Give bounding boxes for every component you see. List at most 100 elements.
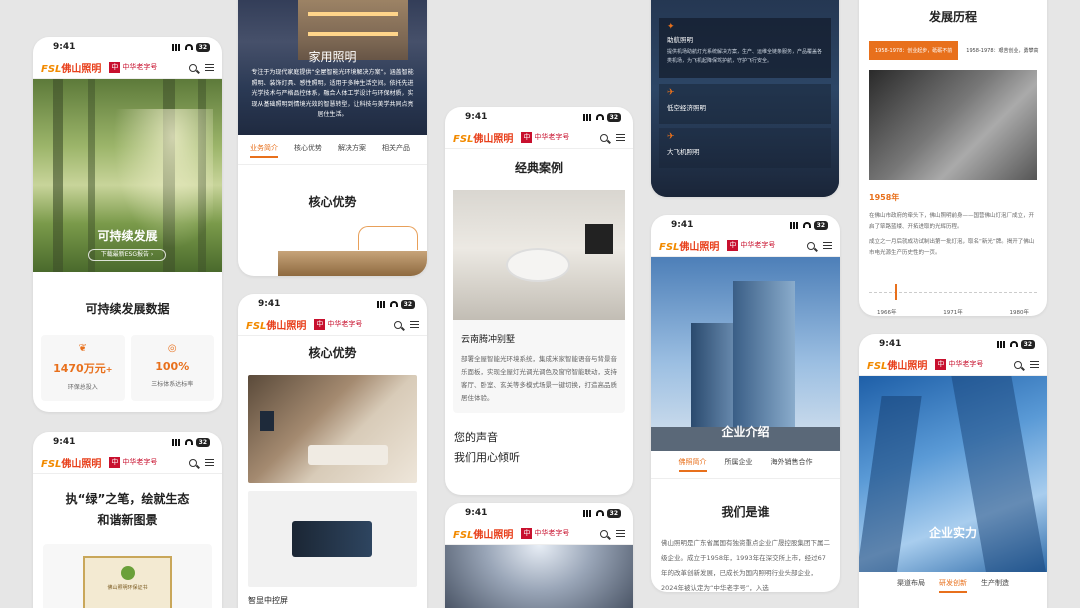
tab-business-intro[interactable]: 业务简介 <box>250 143 278 158</box>
site-header: FSL佛山照明 中中华老字号 <box>445 523 633 545</box>
headquarters-image: 企业介绍 <box>651 257 840 451</box>
wifi-icon <box>595 510 604 516</box>
brand-logo[interactable]: FSL佛山照明 中中华老字号 <box>41 455 157 470</box>
status-time: 9:41 <box>53 42 76 52</box>
signal-icon <box>789 221 800 229</box>
fsl-logo: FSL佛山照明 <box>867 361 928 372</box>
status-bar: 9:41 32 <box>445 107 633 127</box>
menu-icon[interactable] <box>616 134 625 141</box>
phone-strength: 9:41 32 FSL佛山照明 中中华老字号 企业实力 渠道布局 研发创新 生产… <box>859 334 1047 608</box>
menu-icon[interactable] <box>205 64 214 71</box>
phone-airport: 9:41 32 FSL佛山照明 中中华老字号 <box>445 503 633 608</box>
caption: 智显中控屏 <box>248 596 288 605</box>
menu-icon[interactable] <box>410 321 419 328</box>
advantage-visual <box>278 226 427 276</box>
search-icon[interactable] <box>189 458 197 467</box>
search-icon[interactable] <box>189 63 197 72</box>
menu-icon[interactable] <box>616 530 625 537</box>
aircraft-icon: ✈ <box>667 132 675 142</box>
search-icon[interactable] <box>807 241 815 250</box>
time-honored-badge: 中中华老字号 <box>109 457 158 468</box>
hero-title: 家用照明 <box>308 50 357 64</box>
timeline-tab[interactable]: 1958-1978：艰苦创业，勇攀高 <box>966 41 1038 60</box>
brand-logo[interactable]: FSL佛山照明 中中华老字号 <box>246 317 362 332</box>
status-time: 9:41 <box>465 508 488 518</box>
site-header: FSL佛山照明 中中华老字号 <box>33 452 222 474</box>
tab-related-products[interactable]: 相关产品 <box>382 143 410 158</box>
brand-logo[interactable]: FSL佛山照明 中中华老字号 <box>453 130 569 145</box>
brand-logo[interactable]: FSL佛山照明 中中华老字号 <box>453 526 569 541</box>
stat-card: ◎ 100% 三标体系达标率 <box>130 335 214 401</box>
aviation-item-title: 大飞机照明 <box>667 148 700 156</box>
villa-image <box>453 190 625 320</box>
sprout-icon: ❦ <box>78 343 87 354</box>
tab-rnd[interactable]: 研发创新 <box>939 578 967 593</box>
timeline-year[interactable]: 1966年 <box>877 308 897 316</box>
time-honored-badge: 中中华老字号 <box>521 528 570 539</box>
fsl-logo: FSL佛山照明 <box>41 64 102 75</box>
certificate-card: 佛山照明环保证书 <box>43 544 212 608</box>
stat-label: 环保总投入 <box>67 384 98 391</box>
download-esg-button[interactable]: 下载最新ESG报告 › <box>88 249 166 261</box>
status-time: 9:41 <box>879 339 902 349</box>
battery-icon: 32 <box>400 299 415 309</box>
wifi-icon <box>1009 341 1018 347</box>
menu-icon[interactable] <box>205 459 214 466</box>
status-bar: 9:41 32 <box>445 503 633 523</box>
skyscraper-image: 企业实力 <box>859 376 1047 572</box>
search-icon[interactable] <box>394 320 402 329</box>
status-bar: 9:41 32 <box>859 334 1047 354</box>
timeline-tab-active[interactable]: 1958-1978：创业起步，砥砺不前 <box>869 41 959 60</box>
tab-company-profile[interactable]: 佛照简介 <box>678 457 707 472</box>
stat-plus: + <box>105 365 113 374</box>
search-icon[interactable] <box>600 529 608 538</box>
timeline-year[interactable]: 1980年 <box>1010 308 1030 316</box>
fsl-logo: FSL佛山照明 <box>41 459 102 470</box>
stat-value: 100% <box>155 360 190 373</box>
certificate-label: 佛山照明环保证书 <box>107 585 148 591</box>
time-honored-badge: 中中华老字号 <box>109 62 158 73</box>
status-bar: 9:41 32 <box>651 215 840 235</box>
case-card[interactable]: 云南腾冲别墅 部署全屋智能光环境系统，集成米家智能语音与背景音乐面板，实现全屋灯… <box>453 190 625 413</box>
aviation-card[interactable]: ✈ 大飞机照明 <box>659 128 831 168</box>
phone-eco: 9:41 32 FSL佛山照明 中中华老字号 执“绿”之笔，绘就生态 和谐新图景… <box>33 432 222 608</box>
status-bar: 9:41 32 <box>33 37 222 57</box>
battery-icon: 32 <box>813 220 828 230</box>
menu-icon[interactable] <box>1030 361 1039 368</box>
wifi-icon <box>802 222 811 228</box>
aviation-card[interactable]: ✈ 低空经济照明 <box>659 84 831 124</box>
case-title: 云南腾冲别墅 <box>461 335 516 345</box>
tab-manufacturing[interactable]: 生产制造 <box>981 578 1009 593</box>
section-title: 发展历程 <box>928 10 977 24</box>
runway-light-icon: ✦ <box>667 22 675 32</box>
year-label: 1958年 <box>869 193 900 202</box>
tab-affiliates[interactable]: 所属企业 <box>725 457 753 472</box>
search-icon[interactable] <box>600 133 608 142</box>
time-honored-badge: 中中华老字号 <box>727 240 776 251</box>
tab-solutions[interactable]: 解决方案 <box>338 143 366 158</box>
phone-classic-cases: 9:41 32 FSL佛山照明 中中华老字号 经典案例 云南腾冲别墅 部署全屋智… <box>445 107 633 495</box>
section-title: 经典案例 <box>514 161 563 175</box>
section-title: 核心优势 <box>308 195 357 209</box>
section-title: 我们是谁 <box>721 505 770 519</box>
fsl-logo: FSL佛山照明 <box>453 530 514 541</box>
timeline-year[interactable]: 1971年 <box>943 308 963 316</box>
brand-logo[interactable]: FSL佛山照明 中中华老字号 <box>41 60 157 75</box>
tab-channels[interactable]: 渠道布局 <box>897 578 925 593</box>
control-panel-image <box>248 491 417 587</box>
time-honored-badge: 中中华老字号 <box>521 132 570 143</box>
aviation-card[interactable]: ✦ 助航照明 提供机场助航灯光系统解决方案，生产、运维全链条服务，产品覆盖各类机… <box>659 18 831 78</box>
tab-overseas-sales[interactable]: 海外销售合作 <box>771 457 813 472</box>
case-text: 部署全屋智能光环境系统，集成米家智能语音与背景音乐面板，实现全屋灯光调光调色及窗… <box>461 355 617 402</box>
timeline-tabs: 1958-1978：创业起步，砥砺不前 1958-1978：艰苦创业，勇攀高 <box>859 41 1047 60</box>
forest-hero: 可持续发展 下载最新ESG报告 › <box>33 79 222 272</box>
signal-icon <box>171 43 182 51</box>
status-bar: 9:41 32 <box>238 294 427 314</box>
brand-logo[interactable]: FSL佛山照明 中中华老字号 <box>659 238 775 253</box>
eco-title-line1: 执“绿”之笔，绘就生态 <box>65 492 190 506</box>
menu-icon[interactable] <box>823 242 832 249</box>
brand-logo[interactable]: FSL佛山照明 中中华老字号 <box>867 357 983 372</box>
phone-aviation: ✦ 助航照明 提供机场助航灯光系统解决方案，生产、运维全链条服务，产品覆盖各类机… <box>651 0 839 197</box>
search-icon[interactable] <box>1014 360 1022 369</box>
tab-core-advantage[interactable]: 核心优势 <box>294 143 322 158</box>
